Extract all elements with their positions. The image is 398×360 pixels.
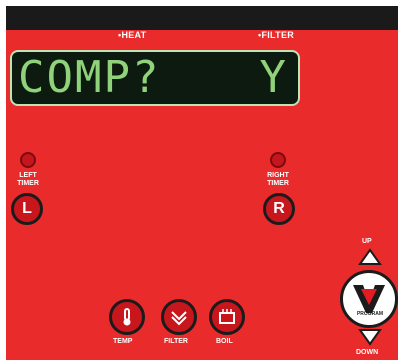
right-timer-label-line2: TIMER (267, 180, 289, 187)
thermometer-icon (123, 308, 131, 326)
top-bar (6, 6, 398, 30)
boil-button-label: BOIL (216, 338, 233, 345)
filter-indicator-label: FILTER (261, 30, 295, 40)
left-timer-label-line2: TIMER (17, 180, 39, 187)
program-label: PROGRAM (356, 311, 384, 317)
temp-button-label: TEMP (113, 338, 133, 345)
filter-indicator: •FILTER (258, 30, 294, 40)
up-label: UP (362, 238, 372, 245)
filter-icon (171, 311, 187, 326)
heat-indicator: •HEAT (118, 30, 147, 40)
left-timer-led (20, 152, 36, 168)
display-right-text: Y (259, 52, 288, 103)
boil-button[interactable] (209, 299, 245, 335)
display-left-text: COMP? (18, 52, 161, 103)
up-arrow-button[interactable] (358, 248, 382, 266)
program-button[interactable]: PROGRAM (340, 270, 398, 328)
boil-icon (219, 309, 235, 324)
lcd-display: COMP? Y (10, 50, 300, 106)
left-timer-button-label: L (22, 200, 32, 217)
left-timer-label: LEFT TIMER (12, 172, 44, 188)
filter-button-label: FILTER (164, 338, 188, 345)
left-timer-button[interactable]: L (11, 193, 43, 225)
left-timer-label-line1: LEFT (19, 172, 37, 179)
program-v-icon (353, 285, 385, 313)
right-timer-button[interactable]: R (263, 193, 295, 225)
control-screen: •HEAT •FILTER COMP? Y LEFT TIMER L RIGHT… (0, 0, 398, 360)
right-timer-label-line1: RIGHT (267, 172, 289, 179)
down-arrow-button[interactable] (358, 328, 382, 346)
right-timer-led (270, 152, 286, 168)
right-timer-label: RIGHT TIMER (262, 172, 294, 188)
filter-button[interactable] (161, 299, 197, 335)
down-label: DOWN (356, 349, 379, 356)
heat-indicator-label: HEAT (121, 30, 147, 40)
right-timer-button-label: R (273, 200, 285, 217)
temp-button[interactable] (109, 299, 145, 335)
